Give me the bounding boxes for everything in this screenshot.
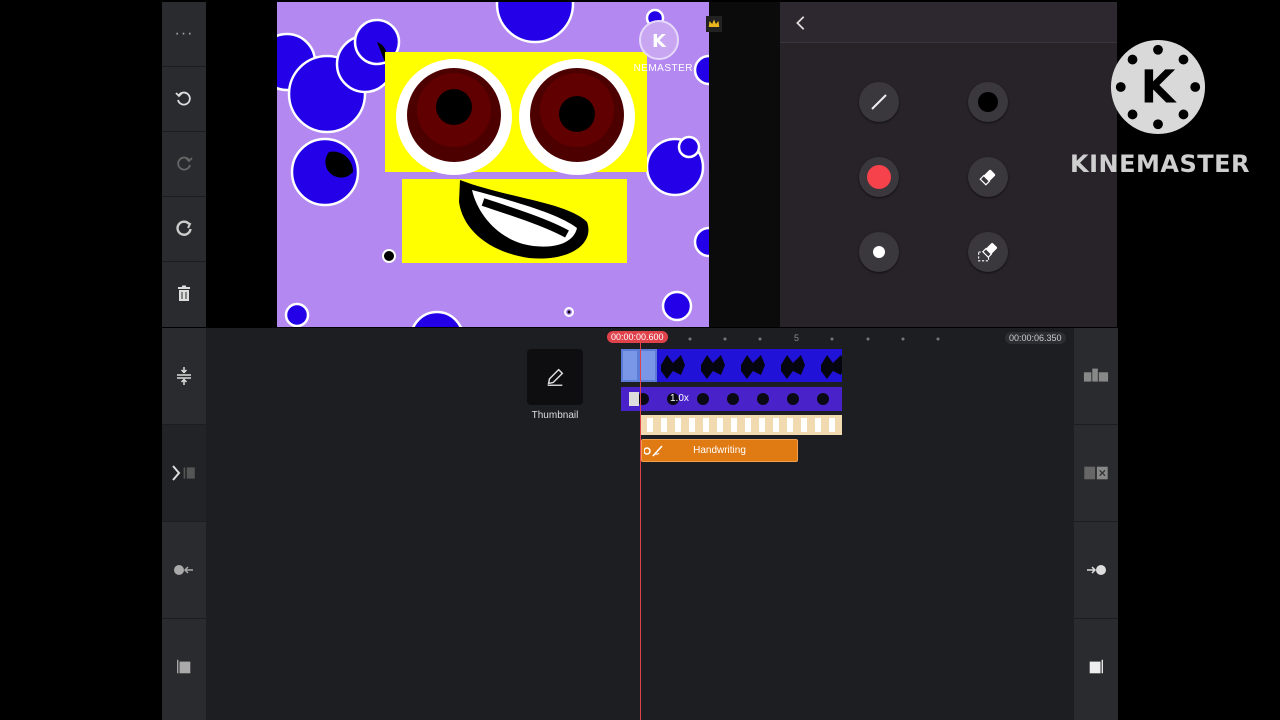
preview-artwork: K [277, 2, 709, 327]
preview-margin [706, 2, 780, 327]
expand-tracks-icon [177, 367, 191, 385]
back-button[interactable] [790, 12, 812, 34]
audio-track[interactable] [641, 415, 842, 435]
arrange-button[interactable] [1074, 328, 1118, 425]
area-eraser-icon [978, 242, 998, 262]
line-icon [871, 94, 887, 110]
split-button[interactable] [1074, 425, 1118, 522]
ruler-marker: 5 [794, 333, 800, 343]
more-icon: ··· [174, 25, 194, 42]
split-icon [1084, 466, 1108, 480]
pencil-icon [547, 368, 564, 386]
speed-track-thumbnails [629, 392, 829, 406]
end-time-label: 00:00:06.350 [1005, 332, 1066, 344]
video-track-thumbnails [621, 349, 842, 382]
speed-label: 1.0x [670, 393, 689, 404]
thumbnail-button[interactable] [527, 349, 583, 405]
video-track[interactable] [621, 349, 842, 382]
red-dot-icon [867, 165, 891, 189]
undo-button[interactable] [162, 67, 206, 132]
playhead[interactable] [640, 342, 641, 720]
undo-icon [175, 91, 191, 106]
color-black-button[interactable] [968, 82, 1008, 122]
more-button[interactable]: ··· [162, 2, 206, 67]
left-layer-button[interactable] [162, 619, 206, 715]
line-tool-button[interactable] [859, 82, 899, 122]
handwriting-label: Handwriting [693, 445, 746, 456]
timeline-left-controls [162, 328, 206, 720]
handwriting-panel [780, 2, 1117, 327]
eraser-tool-button[interactable] [968, 157, 1008, 197]
crown-icon[interactable] [706, 16, 722, 32]
right-layer-button[interactable] [1074, 619, 1118, 715]
brand-name: KINEMASTER [1070, 150, 1250, 178]
preview-watermark-text: KINEMASTER [633, 63, 694, 74]
delete-button[interactable] [162, 262, 206, 326]
speed-track[interactable] [621, 387, 842, 411]
timeline-ruler [688, 337, 940, 341]
area-eraser-tool-button[interactable] [968, 232, 1008, 272]
preview-canvas[interactable]: K KINEMASTER [277, 2, 709, 327]
current-time-label: 00:00:00.600 [607, 331, 668, 343]
white-dot-icon [873, 246, 885, 258]
jump-to-end-icon [1087, 565, 1106, 575]
color-red-button[interactable] [859, 157, 899, 197]
jump-to-start-icon [174, 565, 193, 575]
kinemaster-logo-icon: K [1110, 39, 1206, 135]
chevron-left-icon [796, 16, 805, 30]
jump-start-button[interactable] [162, 522, 206, 619]
thumbnail-label: Thumbnail [531, 410, 579, 421]
jump-end-button[interactable] [1074, 522, 1118, 619]
svg-text:K: K [652, 31, 667, 52]
black-dot-icon [978, 92, 998, 112]
handwriting-track[interactable]: Handwriting [641, 439, 798, 462]
eraser-icon [979, 169, 996, 186]
redo-button[interactable] [162, 132, 206, 197]
reset-button[interactable] [162, 197, 206, 262]
svg-text:K: K [1141, 61, 1178, 114]
audio-waveform [647, 418, 835, 432]
brand-logo: K [1108, 38, 1208, 136]
collapse-panel-button[interactable] [162, 425, 206, 522]
left-toolbar: ··· [162, 2, 206, 327]
panel-header [780, 2, 1117, 43]
layer-icon [177, 659, 191, 674]
redo-icon [177, 156, 193, 171]
clip-icon [183, 467, 195, 479]
reset-icon [176, 220, 192, 236]
track-height-button[interactable] [162, 328, 206, 425]
arrange-icon [1083, 368, 1109, 382]
timeline-right-controls [1074, 328, 1118, 720]
delete-icon [178, 285, 190, 301]
layer-end-icon [1089, 659, 1103, 674]
brush-size-button[interactable] [859, 232, 899, 272]
